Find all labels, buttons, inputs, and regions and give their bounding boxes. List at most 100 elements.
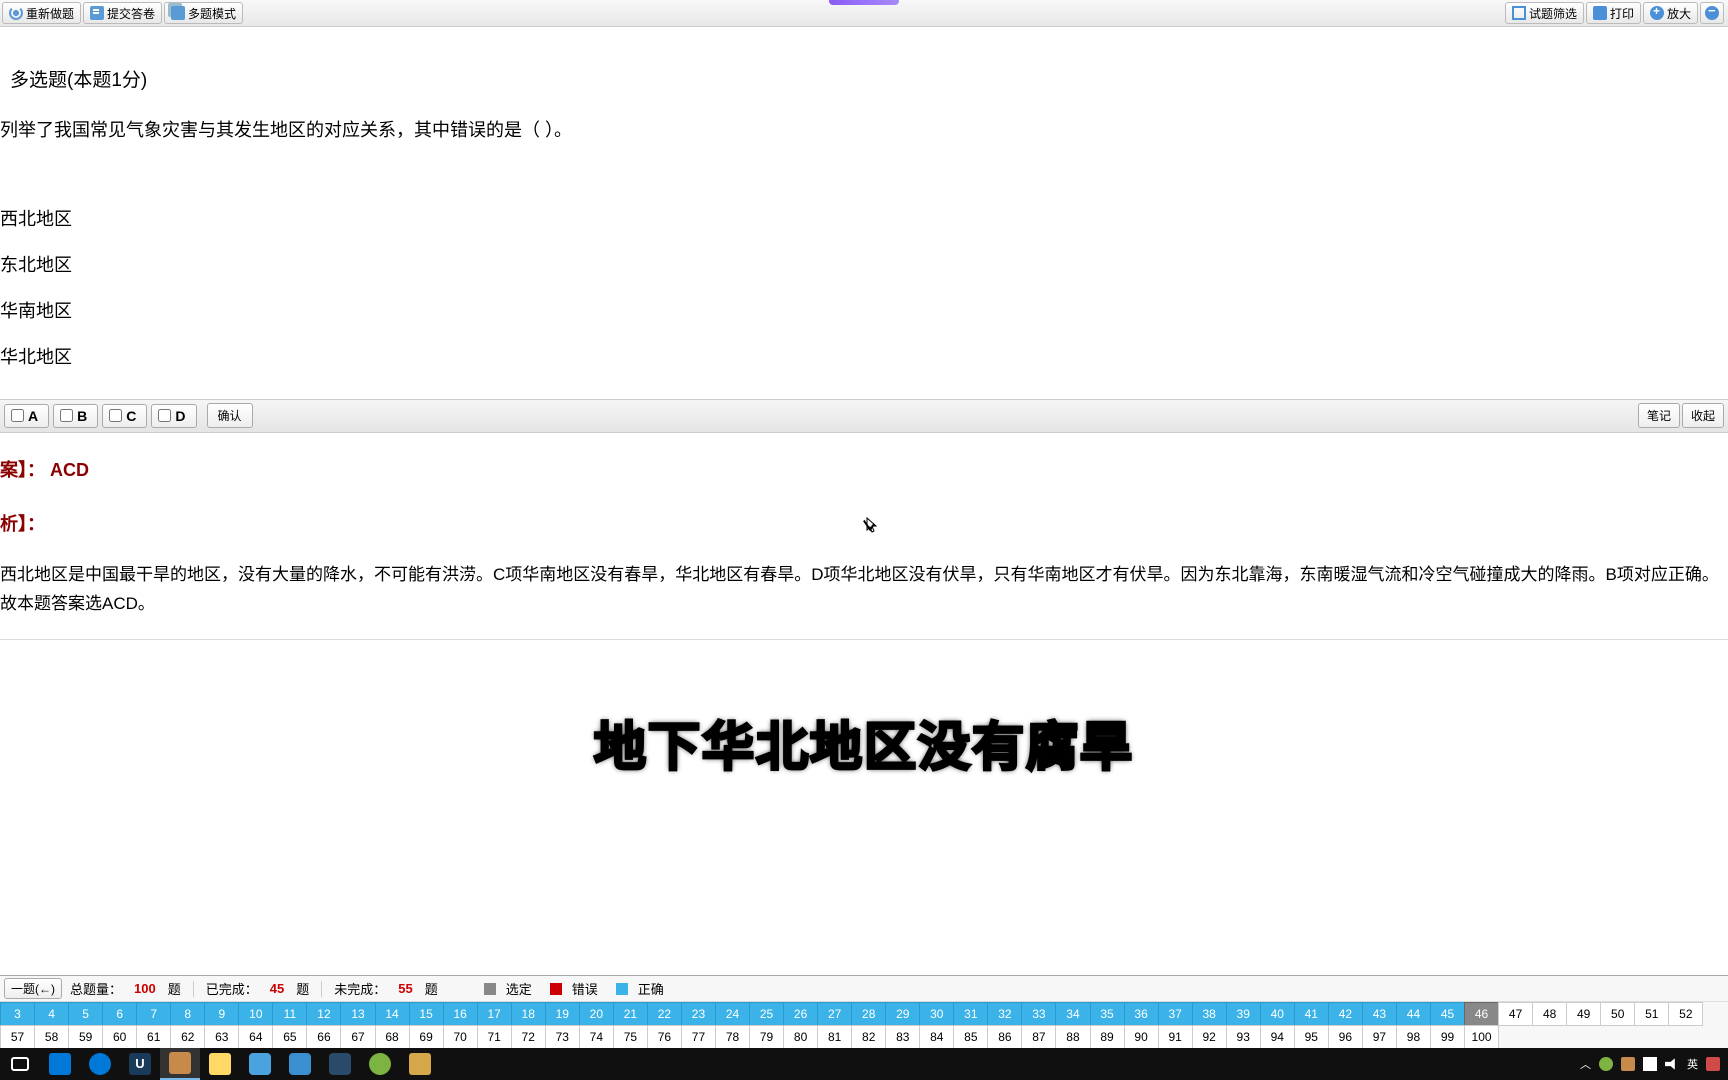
explorer-button[interactable] [200,1048,240,1080]
app-blue1-button[interactable] [240,1048,280,1080]
question-number-42[interactable]: 42 [1328,1002,1363,1026]
question-number-65[interactable]: 65 [272,1025,307,1049]
choice-d[interactable]: D [151,404,196,428]
tray-icon-2[interactable] [1621,1057,1635,1071]
question-number-15[interactable]: 15 [409,1002,444,1026]
question-number-24[interactable]: 24 [715,1002,750,1026]
question-number-99[interactable]: 99 [1430,1025,1465,1049]
question-number-78[interactable]: 78 [715,1025,750,1049]
question-number-18[interactable]: 18 [511,1002,546,1026]
tray-icon-1[interactable] [1599,1057,1613,1071]
question-number-61[interactable]: 61 [136,1025,171,1049]
question-number-29[interactable]: 29 [885,1002,920,1026]
question-number-40[interactable]: 40 [1260,1002,1295,1026]
question-number-48[interactable]: 48 [1532,1002,1567,1026]
app-shirt-button[interactable] [400,1048,440,1080]
app-green-button[interactable] [360,1048,400,1080]
question-number-58[interactable]: 58 [34,1025,69,1049]
question-number-47[interactable]: 47 [1498,1002,1533,1026]
question-number-81[interactable]: 81 [817,1025,852,1049]
question-number-45[interactable]: 45 [1430,1002,1465,1026]
question-number-10[interactable]: 10 [238,1002,273,1026]
zoom-out-button[interactable] [1700,2,1724,24]
choice-d-checkbox[interactable] [158,409,171,422]
question-number-14[interactable]: 14 [375,1002,410,1026]
question-number-7[interactable]: 7 [136,1002,171,1026]
zoom-in-button[interactable]: 放大 [1643,2,1698,24]
question-number-36[interactable]: 36 [1124,1002,1159,1026]
question-number-93[interactable]: 93 [1226,1025,1261,1049]
question-number-25[interactable]: 25 [749,1002,784,1026]
question-number-9[interactable]: 9 [204,1002,239,1026]
prev-question-button[interactable]: 一题(←) [4,978,62,999]
question-number-13[interactable]: 13 [340,1002,375,1026]
question-number-59[interactable]: 59 [68,1025,103,1049]
taskview-button[interactable] [0,1048,40,1080]
question-number-76[interactable]: 76 [647,1025,682,1049]
question-number-83[interactable]: 83 [885,1025,920,1049]
question-number-52[interactable]: 52 [1668,1002,1703,1026]
question-number-49[interactable]: 49 [1566,1002,1601,1026]
question-number-32[interactable]: 32 [987,1002,1022,1026]
question-number-79[interactable]: 79 [749,1025,784,1049]
question-number-3[interactable]: 3 [0,1002,35,1026]
choice-b[interactable]: B [53,404,98,428]
question-number-28[interactable]: 28 [851,1002,886,1026]
question-number-38[interactable]: 38 [1192,1002,1227,1026]
choice-b-checkbox[interactable] [60,409,73,422]
question-number-43[interactable]: 43 [1362,1002,1397,1026]
tray-icon-3[interactable] [1706,1057,1720,1071]
question-number-5[interactable]: 5 [68,1002,103,1026]
question-number-39[interactable]: 39 [1226,1002,1261,1026]
question-number-4[interactable]: 4 [34,1002,69,1026]
multi-mode-button[interactable]: 多题模式 [164,2,243,24]
edge-button[interactable] [80,1048,120,1080]
tray-volume-icon[interactable] [1665,1057,1679,1071]
question-number-88[interactable]: 88 [1055,1025,1090,1049]
question-number-94[interactable]: 94 [1260,1025,1295,1049]
app-blue2-button[interactable] [280,1048,320,1080]
question-number-96[interactable]: 96 [1328,1025,1363,1049]
question-number-91[interactable]: 91 [1158,1025,1193,1049]
question-number-89[interactable]: 89 [1090,1025,1125,1049]
question-number-33[interactable]: 33 [1021,1002,1056,1026]
question-number-41[interactable]: 41 [1294,1002,1329,1026]
question-number-22[interactable]: 22 [647,1002,682,1026]
question-number-63[interactable]: 63 [204,1025,239,1049]
question-number-92[interactable]: 92 [1192,1025,1227,1049]
question-number-30[interactable]: 30 [919,1002,954,1026]
question-number-12[interactable]: 12 [306,1002,341,1026]
question-number-80[interactable]: 80 [783,1025,818,1049]
question-number-57[interactable]: 57 [0,1025,35,1049]
question-number-86[interactable]: 86 [987,1025,1022,1049]
question-number-50[interactable]: 50 [1600,1002,1635,1026]
question-number-34[interactable]: 34 [1055,1002,1090,1026]
app-portrait-button[interactable] [160,1048,200,1080]
question-number-69[interactable]: 69 [409,1025,444,1049]
choice-a[interactable]: A [4,404,49,428]
question-number-100[interactable]: 100 [1464,1025,1499,1049]
question-number-26[interactable]: 26 [783,1002,818,1026]
question-number-17[interactable]: 17 [477,1002,512,1026]
ime-indicator[interactable]: 英 [1687,1056,1698,1072]
confirm-button[interactable]: 确认 [207,403,253,428]
question-number-44[interactable]: 44 [1396,1002,1431,1026]
question-number-84[interactable]: 84 [919,1025,954,1049]
start-button[interactable] [40,1048,80,1080]
question-number-11[interactable]: 11 [272,1002,307,1026]
question-number-35[interactable]: 35 [1090,1002,1125,1026]
question-number-6[interactable]: 6 [102,1002,137,1026]
question-number-27[interactable]: 27 [817,1002,852,1026]
question-number-23[interactable]: 23 [681,1002,716,1026]
question-number-75[interactable]: 75 [613,1025,648,1049]
question-number-62[interactable]: 62 [170,1025,205,1049]
question-number-66[interactable]: 66 [306,1025,341,1049]
app-u-button[interactable]: U [120,1048,160,1080]
question-number-19[interactable]: 19 [545,1002,580,1026]
question-number-60[interactable]: 60 [102,1025,137,1049]
note-button[interactable]: 笔记 [1638,403,1680,428]
question-number-20[interactable]: 20 [579,1002,614,1026]
question-number-31[interactable]: 31 [953,1002,988,1026]
question-number-74[interactable]: 74 [579,1025,614,1049]
question-number-95[interactable]: 95 [1294,1025,1329,1049]
